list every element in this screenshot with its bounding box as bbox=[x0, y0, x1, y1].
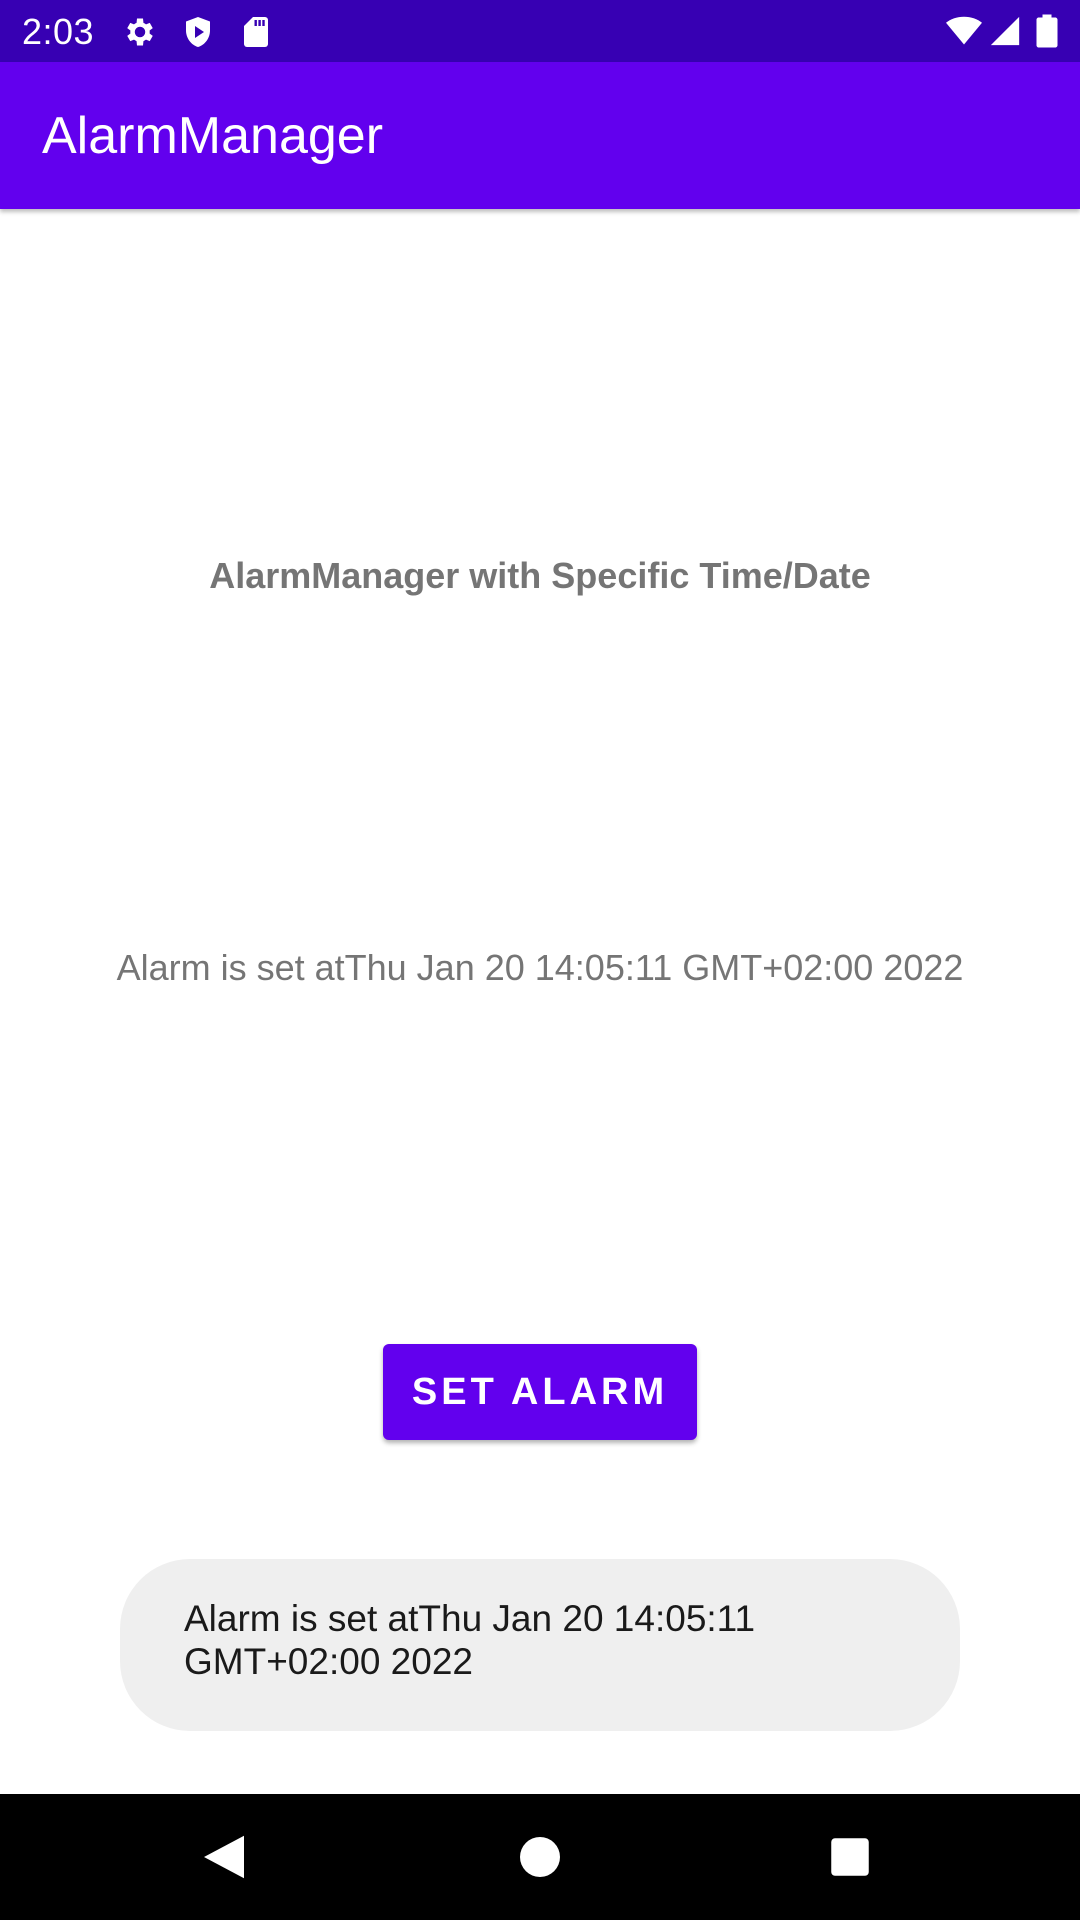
status-time: 2:03 bbox=[22, 11, 95, 52]
page-heading: AlarmManager with Specific Time/Date bbox=[209, 555, 871, 596]
status-bar: 2:03 bbox=[0, 0, 1080, 62]
home-icon[interactable] bbox=[510, 1827, 570, 1887]
toast-line-2: GMT+02:00 2022 bbox=[184, 1641, 473, 1682]
sd-card-icon bbox=[244, 17, 268, 47]
shield-play-icon bbox=[186, 17, 210, 47]
navigation-bar bbox=[0, 1794, 1080, 1920]
wifi-icon bbox=[946, 16, 982, 45]
app-title: AlarmManager bbox=[42, 107, 384, 165]
app-bar: AlarmManager bbox=[0, 62, 1080, 209]
gear-icon bbox=[127, 18, 153, 46]
set-alarm-button[interactable]: SET ALARM bbox=[383, 1344, 697, 1440]
toast-line-1: Alarm is set atThu Jan 20 14:05:11 bbox=[184, 1598, 756, 1639]
recents-icon[interactable] bbox=[820, 1827, 880, 1887]
alarm-status-text: Alarm is set atThu Jan 20 14:05:11 GMT+0… bbox=[116, 947, 964, 988]
cell-signal-icon bbox=[990, 16, 1020, 46]
toast-message: Alarm is set atThu Jan 20 14:05:11 GMT+0… bbox=[120, 1559, 960, 1731]
back-icon[interactable] bbox=[194, 1827, 254, 1887]
battery-icon bbox=[1036, 14, 1058, 48]
alarm-manager-screen: 2:03 AlarmManager AlarmManager with Spec… bbox=[0, 0, 1080, 1920]
